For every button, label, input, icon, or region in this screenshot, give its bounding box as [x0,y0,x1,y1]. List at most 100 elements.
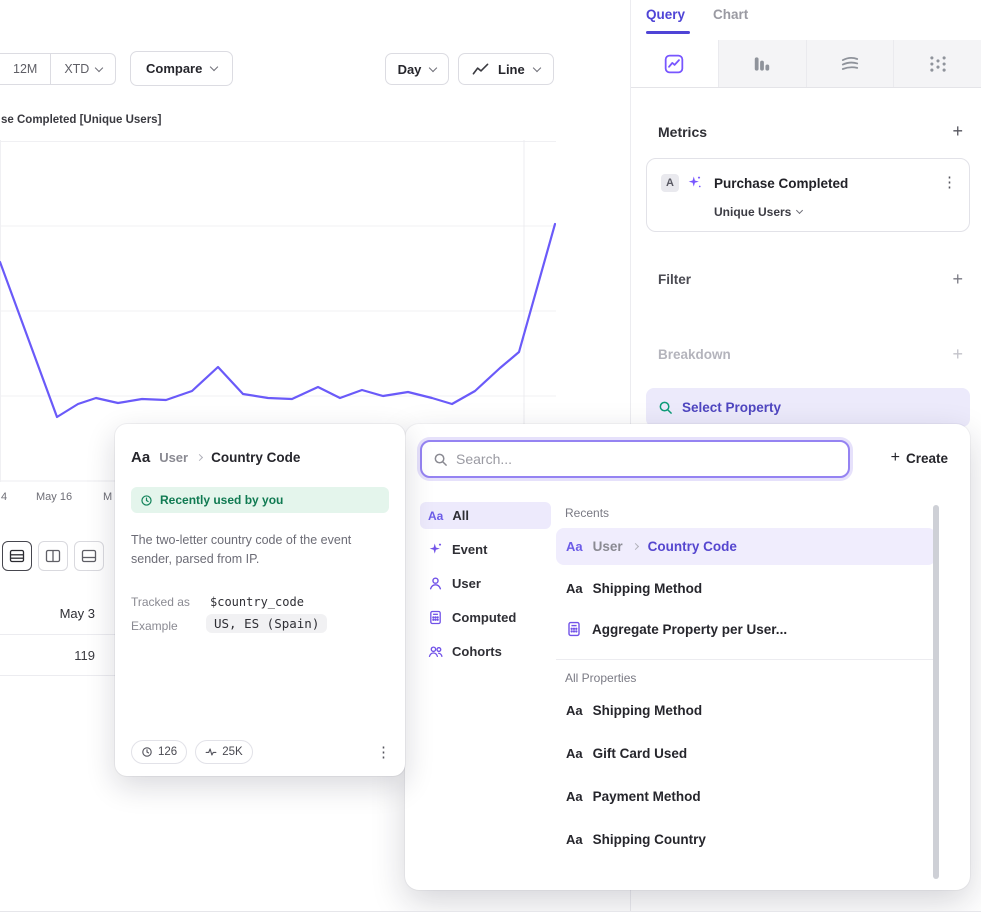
layout-columns-icon [45,548,61,564]
granularity-label: Day [398,62,422,77]
list-item-gift-card-used[interactable]: Aa Gift Card Used [556,732,936,775]
metric-menu-button[interactable]: ⋮ [942,173,957,191]
create-label: Create [906,451,948,466]
property-detail-card: Aa User Country Code Recently used by yo… [115,424,405,776]
activity-icon [205,746,217,758]
tab-funnels[interactable] [718,40,806,87]
table-divider [0,675,115,676]
tracked-as-value: $country_code [210,595,304,609]
string-type-icon: Aa [566,832,583,847]
category-cohorts[interactable]: Cohorts [420,638,551,665]
chart-style-button[interactable]: Line [458,53,554,85]
category-event[interactable]: Event [420,536,551,563]
list-item-payment-method[interactable]: Aa Payment Method [556,775,936,818]
event-icon [687,175,702,190]
property-card-menu-button[interactable]: ⋮ [376,743,391,761]
clock-icon [140,494,153,507]
tab-flows[interactable] [893,40,981,87]
chevron-down-icon [796,207,803,214]
queries-count: 126 [158,746,177,758]
scrollbar[interactable] [933,505,939,879]
category-computed[interactable]: Computed [420,604,551,631]
item-label: Country Code [648,539,737,554]
active-tab-underline [646,31,690,34]
string-type-icon: Aa [566,581,583,596]
layout-rows-button[interactable] [2,541,32,571]
all-properties-header: All Properties [565,671,936,685]
category-label: Cohorts [452,644,502,659]
clock-icon [141,746,153,758]
example-value: US, ES (Spain) [206,614,327,633]
volume-chip[interactable]: 25K [195,740,252,764]
chevron-right-icon [632,543,639,550]
recents-header: Recents [565,506,936,520]
tab-retention[interactable] [806,40,894,87]
list-divider [556,659,936,660]
list-item-shipping-method[interactable]: Aa Shipping Method [556,571,936,605]
queries-count-chip[interactable]: 126 [131,740,187,764]
chevron-down-icon [95,63,103,71]
string-type-icon: Aa [566,789,583,804]
string-type-icon: Aa [566,746,583,761]
item-label: Payment Method [593,789,701,804]
search-box[interactable] [420,440,850,478]
compare-button[interactable]: Compare [130,51,233,86]
series-label: se Completed [Unique Users] [1,114,161,126]
select-property-field[interactable]: Select Property [646,388,970,427]
layout-split-button[interactable] [74,541,104,571]
list-item-shipping-country[interactable]: Aa Shipping Country [556,818,936,861]
tab-chart[interactable]: Chart [713,7,748,22]
insights-tab-icon [664,54,684,74]
flows-tab-icon [928,54,948,74]
chevron-down-icon [532,63,540,71]
volume-count: 25K [222,746,242,758]
item-label: Shipping Method [593,703,702,718]
cohorts-icon [428,644,443,659]
search-icon [433,452,448,467]
property-categories: Aa All Event User Computed Cohorts [420,502,551,672]
compare-label: Compare [146,61,202,76]
item-label: Gift Card Used [593,746,688,761]
item-parent: User [593,539,623,554]
granularity-button[interactable]: Day [385,53,449,85]
layout-rows-icon [9,548,25,564]
select-property-label: Select Property [682,400,781,415]
item-label: Shipping Method [593,581,702,596]
chevron-right-icon [196,454,203,461]
metric-series-badge: A [661,174,679,192]
search-icon [658,400,673,415]
category-all[interactable]: Aa All [420,502,551,529]
list-item-shipping-method-2[interactable]: Aa Shipping Method [556,689,936,732]
add-metric-button[interactable]: + [952,122,963,140]
event-icon [428,542,443,557]
item-label: Shipping Country [593,832,706,847]
metrics-section-title: Metrics [658,124,707,140]
create-button[interactable]: + Create [891,450,948,466]
tab-insights[interactable] [631,40,718,87]
property-description: The two-letter country code of the event… [131,531,381,569]
chart-style-label: Line [498,62,525,77]
table-divider [0,634,115,635]
trend-line [0,224,555,417]
property-parent: User [159,450,188,465]
date-range-12m-button[interactable]: 12M [0,54,50,84]
category-user[interactable]: User [420,570,551,597]
string-type-icon: Aa [428,509,443,523]
insights-report-screen: 12M XTD Compare Day Line se Completed [U… [0,0,981,912]
add-filter-button[interactable]: + [952,270,963,288]
calculator-icon [566,621,582,637]
tab-query[interactable]: Query [646,7,685,22]
date-range-xtd-button[interactable]: XTD [50,54,115,84]
metric-card[interactable]: A Purchase Completed ⋮ Unique Users [646,158,970,232]
table-column-header: May 3 [0,606,95,621]
list-item-aggregate-property[interactable]: Aggregate Property per User... [556,611,936,647]
add-breakdown-button[interactable]: + [952,345,963,363]
date-range-control: 12M XTD [0,53,116,85]
line-chart-icon [472,61,489,78]
search-input[interactable] [456,451,837,467]
layout-columns-button[interactable] [38,541,68,571]
string-type-icon: Aa [131,449,150,466]
list-item-country-code[interactable]: Aa User Country Code [556,528,936,565]
metric-aggregation-dropdown[interactable]: Unique Users [714,205,802,219]
category-label: All [452,508,469,523]
